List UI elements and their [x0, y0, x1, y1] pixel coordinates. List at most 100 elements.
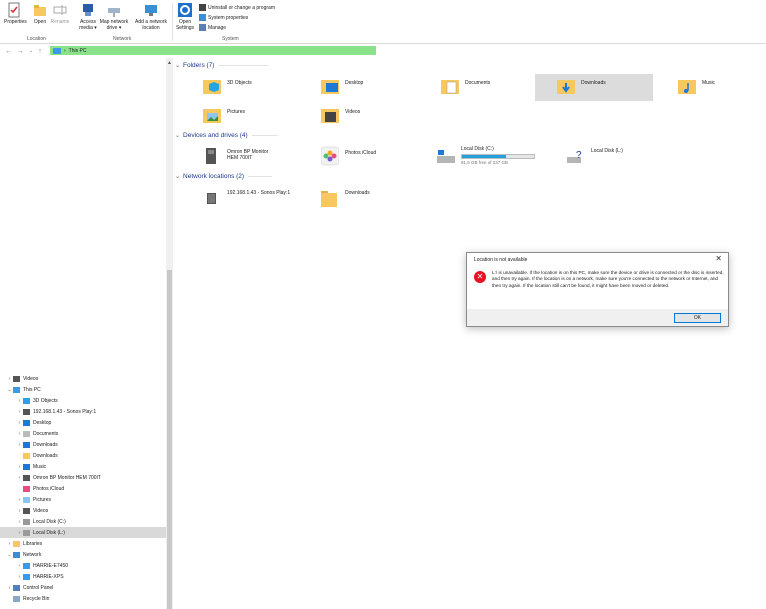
nav-item[interactable]: › Control Panel	[0, 582, 166, 593]
chevron-right-icon[interactable]: ›	[16, 398, 23, 404]
ribbon: Properties Open Rename Access media ▾ Ma…	[0, 0, 766, 44]
chevron-right-icon[interactable]: ›	[16, 497, 23, 503]
nav-item[interactable]: › HARRIE-XPS	[0, 571, 166, 582]
chevron-right-icon[interactable]: ›	[16, 475, 23, 481]
device-icon	[23, 474, 30, 481]
chevron-right-icon[interactable]: ›	[6, 541, 13, 547]
folder-pictures[interactable]: Pictures	[203, 105, 315, 129]
folder-desktop[interactable]: Desktop	[321, 76, 433, 100]
rename-button[interactable]: Rename	[50, 2, 70, 25]
nav-scrollbar[interactable]: ▲	[166, 58, 173, 609]
map-network-drive-button[interactable]: Map network drive ▾	[99, 2, 129, 31]
open-button[interactable]: Open	[32, 2, 48, 25]
nav-item-label: Photos iCloud	[33, 485, 65, 492]
network-section-header[interactable]: ⌄ Network locations (2)	[175, 173, 273, 180]
nav-item[interactable]: › Videos	[0, 505, 166, 516]
device-photos-icloud[interactable]: Photos iCloud	[321, 146, 433, 172]
chevron-right-icon[interactable]: ›	[6, 376, 13, 382]
pc-icon	[53, 47, 61, 54]
open-settings-button[interactable]: Open Settings	[175, 2, 195, 31]
chevron-right-icon[interactable]: ›	[16, 442, 23, 448]
drive-usage-fill	[462, 155, 506, 158]
close-icon[interactable]: ✕	[715, 254, 722, 263]
chevron-right-icon[interactable]: ›	[16, 508, 23, 514]
access-media-button[interactable]: Access media ▾	[78, 2, 98, 31]
section-divider	[218, 65, 269, 66]
nav-item[interactable]: › HARRIE-E7450	[0, 560, 166, 571]
manage-button[interactable]: Manage	[199, 24, 226, 31]
nav-item[interactable]: › Desktop	[0, 417, 166, 428]
network-downloads[interactable]: Downloads	[321, 188, 433, 212]
computer-icon	[23, 573, 30, 580]
nav-item[interactable]: › Documents	[0, 428, 166, 439]
photos-icon	[23, 485, 30, 492]
add-network-location-button[interactable]: Add a network location	[132, 2, 170, 31]
drive-local-disk-c[interactable]: Local Disk (C:) 91,5 GB free of 237 GB	[437, 146, 567, 172]
device-icon	[23, 408, 30, 415]
uninstall-icon	[199, 4, 206, 11]
chevron-right-icon[interactable]: ›	[16, 530, 23, 536]
chevron-right-icon[interactable]: ›	[16, 431, 23, 437]
nav-item[interactable]: › Local Disk (L:)	[0, 527, 166, 538]
folder-downloads[interactable]: Downloads	[535, 74, 653, 101]
device-omron-bp-monitor[interactable]: Omron BP Monitor HEM 700IT	[203, 146, 315, 172]
pc-icon	[13, 386, 20, 393]
nav-item[interactable]: ⌄ This PC	[0, 384, 166, 395]
properties-button[interactable]: Properties	[4, 2, 27, 25]
up-arrow-icon[interactable]: ↑	[38, 48, 42, 55]
nav-item[interactable]: Photos iCloud	[0, 483, 166, 494]
nav-item[interactable]: › Pictures	[0, 494, 166, 505]
system-properties-button[interactable]: System properties	[199, 14, 248, 21]
chevron-right-icon[interactable]: ›	[16, 464, 23, 470]
uninstall-program-button[interactable]: Uninstall or change a program	[199, 4, 275, 11]
nav-item-label: HARRIE-XPS	[33, 573, 64, 580]
nav-item[interactable]: › 3D Objects	[0, 395, 166, 406]
drive-local-disk-l[interactable]: ? Local Disk (L:)	[567, 146, 679, 172]
nav-item[interactable]: › Omron BP Monitor HEM 700IT	[0, 472, 166, 483]
chevron-right-icon[interactable]: ›	[16, 420, 23, 426]
nav-item[interactable]: › 192.168.1.43 - Sonos Play:1	[0, 406, 166, 417]
folder-icon	[321, 191, 337, 207]
nav-item[interactable]: ⌄ Network	[0, 549, 166, 560]
ok-button[interactable]: OK	[674, 313, 721, 323]
chevron-down-icon[interactable]: ⌄	[6, 387, 13, 393]
network-location-icon	[145, 5, 157, 16]
recent-dropdown-icon[interactable]: ⌄	[29, 48, 33, 54]
nav-item[interactable]: › Downloads	[0, 439, 166, 450]
nav-item-label: Documents	[33, 430, 59, 437]
back-arrow-icon[interactable]: ←	[5, 48, 12, 55]
chevron-right-icon[interactable]: ›	[16, 519, 23, 525]
chevron-right-icon[interactable]: ›	[16, 409, 23, 415]
content-pane: ⌄ Folders (7) 3D Objects Desktop Documen…	[175, 58, 766, 609]
nav-item[interactable]: Recycle Bin	[0, 593, 166, 604]
nav-item[interactable]: › Videos	[0, 373, 166, 384]
error-icon: ✕	[474, 271, 486, 283]
chevron-right-icon[interactable]: ›	[16, 574, 23, 580]
music-icon	[23, 463, 30, 470]
breadcrumb-this-pc[interactable]: This PC	[69, 48, 87, 54]
chevron-right-icon[interactable]: ›	[6, 585, 13, 591]
nav-item-label: Music	[33, 463, 47, 470]
scrollbar-thumb[interactable]	[167, 270, 172, 609]
folder-3d-objects[interactable]: 3D Objects	[203, 76, 315, 100]
chevron-right-icon[interactable]: ›	[16, 563, 23, 569]
video-icon	[23, 507, 30, 514]
nav-item[interactable]: › Music	[0, 461, 166, 472]
nav-item[interactable]: › Local Disk (C:)	[0, 516, 166, 527]
nav-item[interactable]: › Libraries	[0, 538, 166, 549]
dialog-title: Location is not available	[474, 257, 528, 263]
forward-arrow-icon[interactable]: →	[17, 48, 24, 55]
scroll-up-icon[interactable]: ▲	[167, 60, 172, 66]
chevron-down-icon[interactable]: ⌄	[6, 552, 13, 558]
folder-music[interactable]: Music	[678, 76, 758, 100]
devices-section-header[interactable]: ⌄ Devices and drives (4)	[175, 132, 278, 139]
folder-videos[interactable]: Videos	[321, 105, 433, 129]
settings-gear-icon	[178, 3, 192, 17]
nav-item-label: Network	[23, 551, 42, 558]
nav-item-label: Local Disk (C:)	[33, 518, 66, 525]
network-sonos-play[interactable]: 192.168.1.43 - Sonos Play:1	[203, 188, 333, 212]
folder-documents[interactable]: Documents	[441, 76, 537, 100]
address-field[interactable]: › This PC	[50, 46, 376, 55]
folders-section-header[interactable]: ⌄ Folders (7)	[175, 62, 269, 69]
nav-item[interactable]: Downloads	[0, 450, 166, 461]
